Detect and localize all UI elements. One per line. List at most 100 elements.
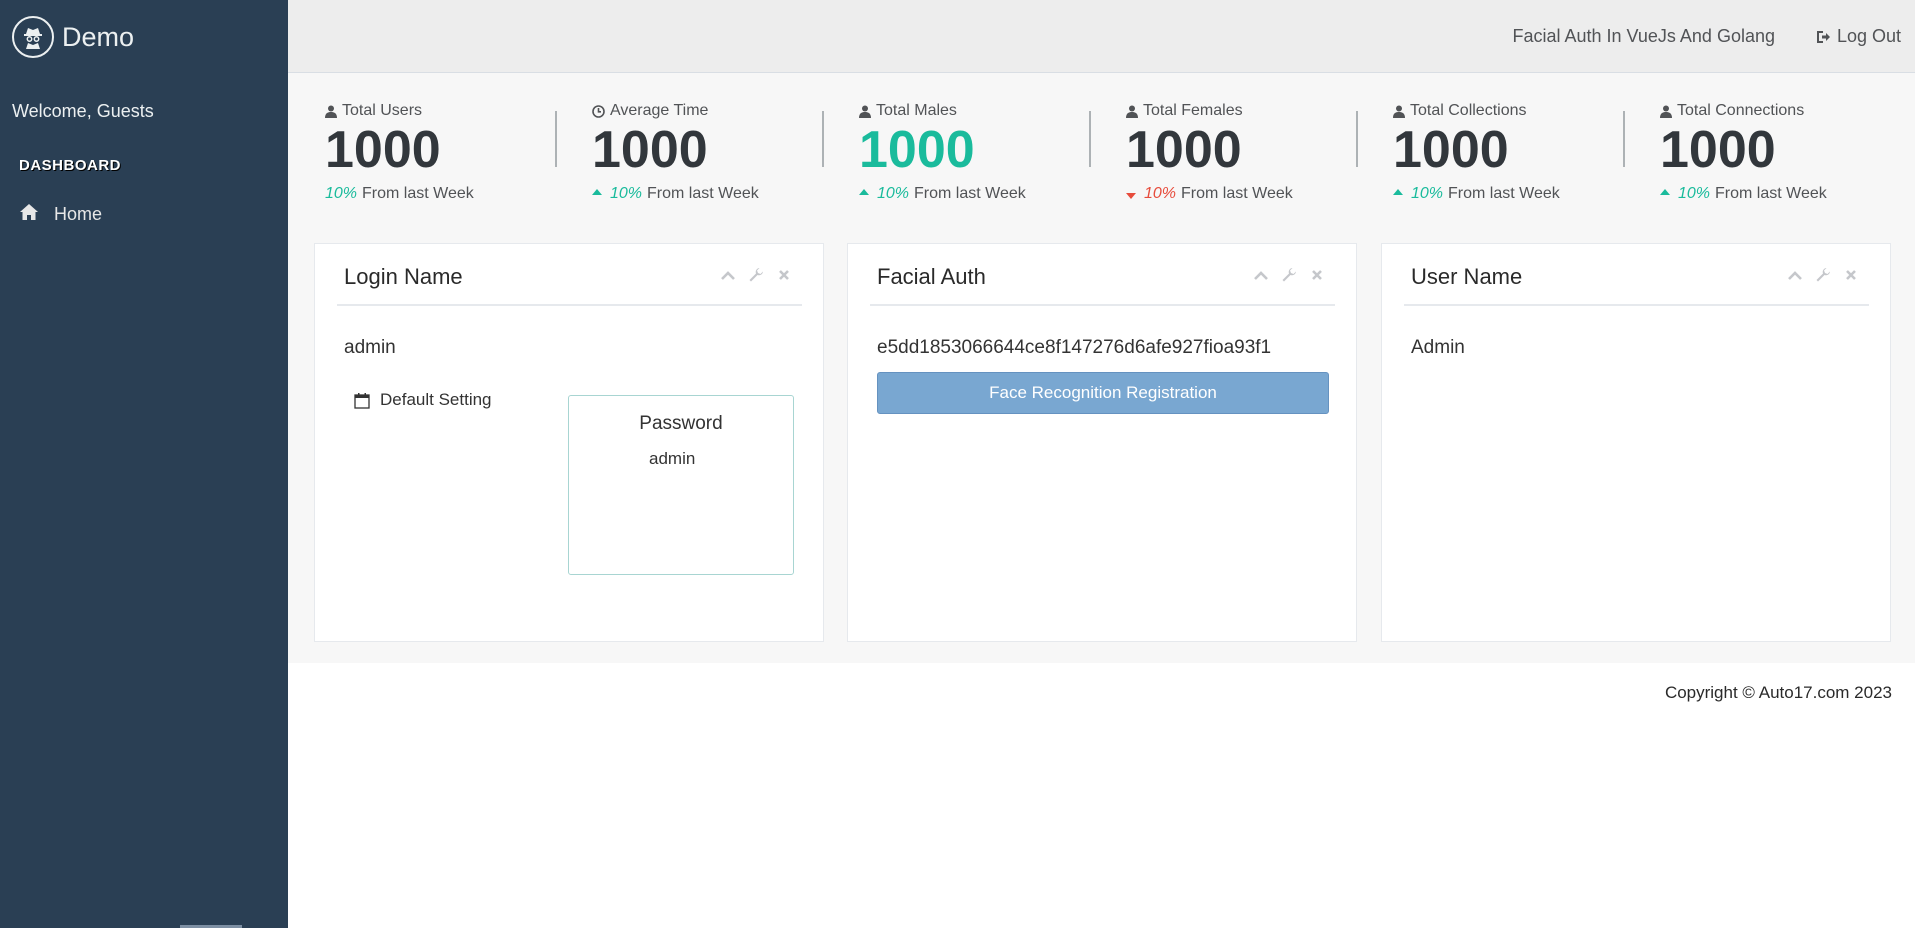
tile-caption: Average Time bbox=[592, 102, 708, 120]
panel-title: Login Name bbox=[344, 264, 463, 289]
default-setting-label: Default Setting bbox=[380, 390, 492, 409]
tile-caption-text: Total Connections bbox=[1677, 102, 1805, 119]
facial-auth-id: e5dd1853066644ce8f147276d6afe927fioa93f1 bbox=[877, 337, 1272, 358]
tile-percent: 10% bbox=[877, 185, 910, 202]
password-value: admin bbox=[649, 449, 696, 468]
spy-logo-icon bbox=[12, 16, 54, 58]
tile-footer: 10% From last Week bbox=[592, 185, 759, 203]
facial-auth-panel: Facial Auth e5dd1853066644ce8f147276d6af… bbox=[847, 243, 1357, 642]
tile-percent: 10% bbox=[1144, 185, 1177, 202]
panel-header: Facial Auth bbox=[870, 244, 1335, 306]
tile-percent: 10% bbox=[325, 185, 358, 202]
tile-footer-text: From last Week bbox=[362, 185, 474, 202]
tile-divider bbox=[555, 111, 557, 167]
wrench-icon[interactable] bbox=[1281, 267, 1297, 283]
tile-footer: 10% From last Week bbox=[325, 185, 474, 203]
collapse-chevron-up-icon[interactable] bbox=[720, 267, 736, 283]
face-recognition-registration-button[interactable]: Face Recognition Registration bbox=[877, 372, 1329, 414]
tile-footer-text: From last Week bbox=[647, 185, 759, 202]
stat-tile-total-connections: Total Connections 1000 10% From last Wee… bbox=[1623, 87, 1890, 207]
tile-caption: Total Males bbox=[859, 102, 957, 120]
tile-caption-text: Total Females bbox=[1143, 102, 1243, 119]
tile-count: 1000 bbox=[859, 121, 975, 179]
tile-footer-text: From last Week bbox=[1715, 185, 1827, 202]
welcome-text: Welcome, Guests bbox=[12, 101, 154, 121]
calendar-icon bbox=[354, 392, 370, 409]
tile-caption-text: Average Time bbox=[610, 102, 709, 119]
tile-caption-text: Total Collections bbox=[1410, 102, 1527, 119]
close-icon[interactable] bbox=[1309, 267, 1325, 283]
tile-footer: 10% From last Week bbox=[1660, 185, 1827, 203]
tile-count: 1000 bbox=[592, 121, 708, 179]
brand-title: Demo bbox=[62, 21, 135, 52]
tile-count: 1000 bbox=[1393, 121, 1509, 179]
login-name-panel: Login Name admin Default Setting Passwor… bbox=[314, 243, 824, 642]
tile-percent: 10% bbox=[610, 185, 643, 202]
panel-toolbox bbox=[1253, 267, 1325, 283]
tile-count: 1000 bbox=[325, 121, 441, 179]
tile-divider bbox=[1623, 111, 1625, 167]
sidebar-item-label: Home bbox=[54, 204, 103, 224]
caret-up-icon bbox=[1393, 189, 1403, 195]
tile-footer-text: From last Week bbox=[914, 185, 1026, 202]
caret-down-icon bbox=[1126, 193, 1136, 199]
tile-percent: 10% bbox=[1678, 185, 1711, 202]
stat-tile-total-females: Total Females 1000 10% From last Week bbox=[1089, 87, 1356, 207]
user-icon bbox=[1660, 105, 1672, 118]
login-name-value: admin bbox=[344, 337, 396, 358]
tile-count: 1000 bbox=[1126, 121, 1242, 179]
stat-tile-average-time: Average Time 1000 10% From last Week bbox=[555, 87, 822, 207]
wrench-icon[interactable] bbox=[748, 267, 764, 283]
footer: Copyright © Auto17.com 2023 bbox=[288, 663, 1915, 928]
tile-footer: 10% From last Week bbox=[1393, 185, 1560, 203]
stat-tile-total-males: Total Males 1000 10% From last Week bbox=[822, 87, 1089, 207]
tile-caption: Total Users bbox=[325, 102, 422, 120]
sign-out-icon bbox=[1816, 30, 1830, 43]
brand[interactable]: Demo bbox=[12, 16, 134, 58]
tile-divider bbox=[1356, 111, 1358, 167]
sidebar: Demo Welcome, Guests DASHBOARD Home bbox=[0, 0, 288, 928]
default-setting[interactable]: Default Setting bbox=[354, 390, 492, 410]
user-icon bbox=[1393, 105, 1405, 118]
password-title: Password bbox=[639, 413, 723, 434]
clock-icon bbox=[592, 104, 605, 118]
tile-count: 1000 bbox=[1660, 121, 1776, 179]
top-navbar: Facial Auth In VueJs And Golang Log Out bbox=[288, 0, 1915, 73]
close-icon[interactable] bbox=[1843, 267, 1859, 283]
password-card: Password admin bbox=[568, 395, 794, 575]
tile-divider bbox=[1089, 111, 1091, 167]
stat-tile-total-collections: Total Collections 1000 10% From last Wee… bbox=[1356, 87, 1623, 207]
tile-footer-text: From last Week bbox=[1448, 185, 1560, 202]
stat-tile-total-users: Total Users 1000 10% From last Week bbox=[288, 87, 555, 207]
panel-header: User Name bbox=[1404, 244, 1869, 306]
tile-caption-text: Total Males bbox=[876, 102, 957, 119]
collapse-chevron-up-icon[interactable] bbox=[1253, 267, 1269, 283]
close-icon[interactable] bbox=[776, 267, 792, 283]
tile-caption: Total Collections bbox=[1393, 102, 1527, 120]
tile-percent: 10% bbox=[1411, 185, 1444, 202]
logout-button[interactable]: Log Out bbox=[1815, 26, 1901, 47]
panel-toolbox bbox=[1787, 267, 1859, 283]
tile-divider bbox=[822, 111, 824, 167]
sidebar-item-home[interactable]: Home bbox=[19, 203, 102, 226]
caret-up-icon bbox=[592, 189, 602, 195]
home-icon bbox=[19, 203, 39, 226]
tile-footer: 10% From last Week bbox=[1126, 185, 1293, 203]
user-icon bbox=[1126, 105, 1138, 118]
panel-title: User Name bbox=[1411, 264, 1523, 289]
app-title-link[interactable]: Facial Auth In VueJs And Golang bbox=[1512, 26, 1775, 47]
logout-label: Log Out bbox=[1836, 26, 1901, 46]
user-icon bbox=[859, 105, 871, 118]
collapse-chevron-up-icon[interactable] bbox=[1787, 267, 1803, 283]
tile-caption: Total Females bbox=[1126, 102, 1243, 120]
stats-row: Total Users 1000 10% From last Week Aver… bbox=[288, 73, 1915, 208]
copyright-text: Copyright © Auto17.com 2023 bbox=[1664, 683, 1892, 702]
user-name-value: Admin bbox=[1411, 337, 1465, 358]
panel-header: Login Name bbox=[337, 244, 802, 306]
menu-section-title: DASHBOARD bbox=[19, 157, 121, 174]
tile-footer: 10% From last Week bbox=[859, 185, 1026, 203]
caret-up-icon bbox=[1660, 189, 1670, 195]
tile-caption-text: Total Users bbox=[342, 102, 423, 119]
wrench-icon[interactable] bbox=[1815, 267, 1831, 283]
user-name-panel: User Name Admin bbox=[1381, 243, 1891, 642]
